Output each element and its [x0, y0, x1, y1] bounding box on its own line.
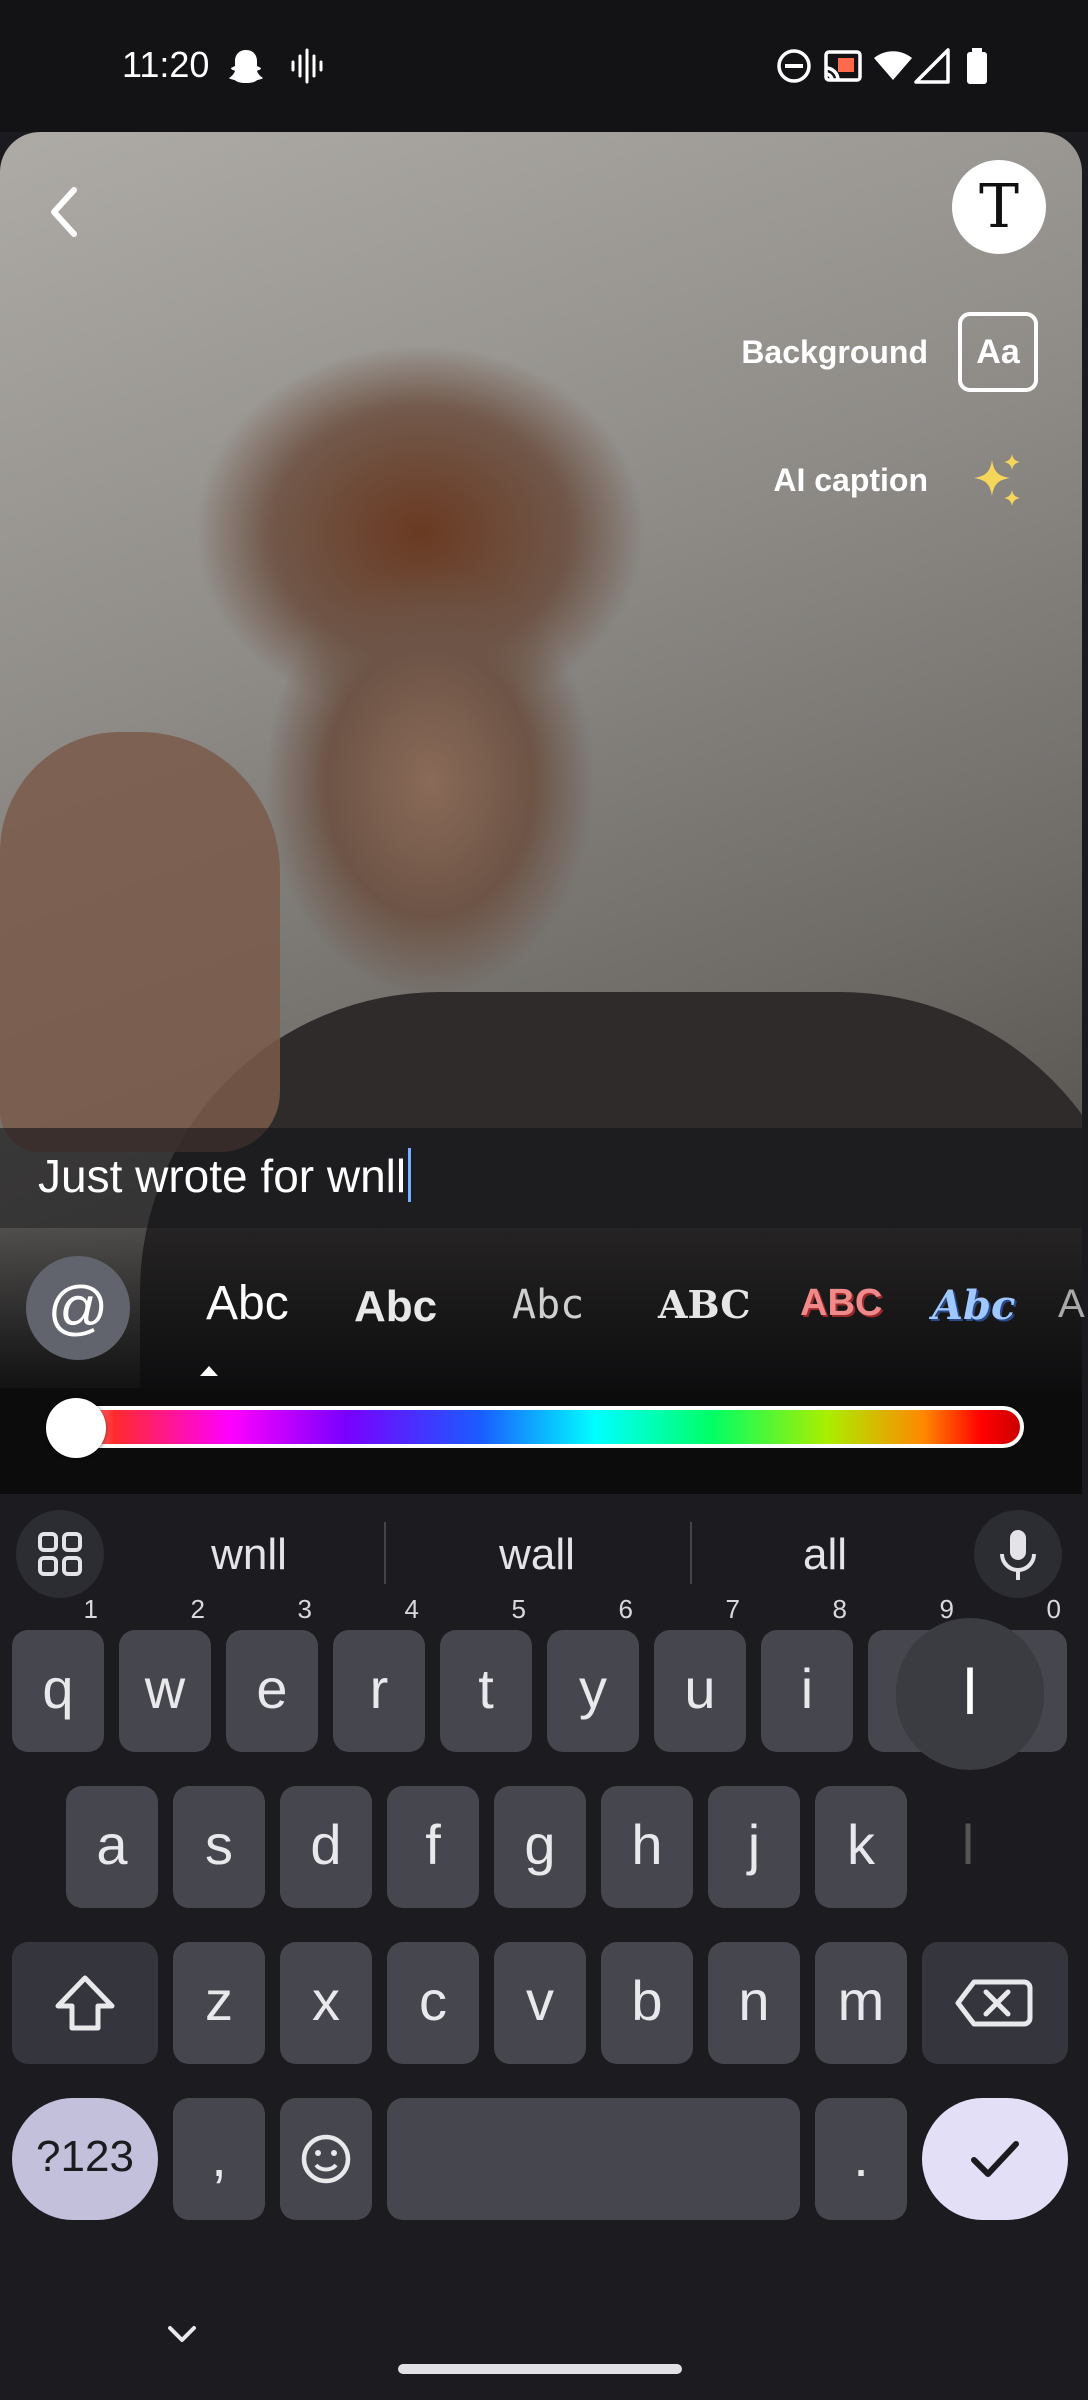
text-cursor — [408, 1148, 412, 1202]
font-option-caps[interactable]: ABC — [658, 1282, 751, 1327]
symbols-key[interactable]: ?123 — [12, 2098, 158, 2220]
comma-key[interactable]: , — [173, 2098, 265, 2220]
font-option-classic[interactable]: Abc — [206, 1276, 289, 1331]
ai-caption-label[interactable]: AI caption — [773, 462, 928, 499]
key-h[interactable]: h — [601, 1786, 693, 1908]
key-hint: 9 — [939, 1594, 954, 1624]
selected-font-indicator — [200, 1366, 218, 1376]
key-j[interactable]: j — [708, 1786, 800, 1908]
suggestion-divider — [384, 1522, 386, 1584]
key-u[interactable]: u7 — [654, 1596, 746, 1752]
key-s[interactable]: s — [173, 1786, 265, 1908]
status-bar: 11:20 — [0, 0, 1088, 132]
home-indicator[interactable] — [398, 2364, 682, 2374]
key-r[interactable]: r4 — [333, 1596, 425, 1752]
suggestion-1[interactable]: wnll — [124, 1530, 374, 1580]
suggestion-2[interactable]: wall — [412, 1530, 662, 1580]
battery-icon — [967, 48, 987, 84]
key-z[interactable]: z — [173, 1942, 265, 2064]
voice-wave-icon — [291, 48, 323, 84]
sparkle-icon[interactable] — [966, 452, 1026, 512]
key-x[interactable]: x — [280, 1942, 372, 2064]
at-icon: @ — [47, 1274, 109, 1341]
key-c[interactable]: c — [387, 1942, 479, 2064]
key-g[interactable]: g — [494, 1786, 586, 1908]
key-t[interactable]: t5 — [440, 1596, 532, 1752]
caption-input[interactable]: Just wrote for wnll — [38, 1148, 412, 1203]
status-time: 11:20 — [122, 44, 210, 85]
do-not-disturb-icon — [777, 49, 811, 83]
key-l[interactable]: l — [922, 1786, 1014, 1908]
hide-keyboard-chevron-icon[interactable] — [164, 2322, 200, 2346]
key-hint: 1 — [83, 1594, 98, 1624]
wifi-icon — [874, 51, 912, 80]
suggestion-divider — [690, 1522, 692, 1584]
key-a[interactable]: a — [66, 1786, 158, 1908]
cell-signal-icon — [914, 48, 950, 84]
backspace-icon — [955, 1979, 1033, 2027]
font-option-more[interactable]: A — [1058, 1282, 1085, 1327]
suggestion-3[interactable]: all — [700, 1530, 950, 1580]
key-q[interactable]: q1 — [12, 1596, 104, 1752]
done-key[interactable] — [922, 2098, 1068, 2220]
key-hint: 4 — [404, 1594, 419, 1624]
key-n[interactable]: n — [708, 1942, 800, 2064]
emoji-key[interactable] — [280, 2098, 372, 2220]
keyboard-apps-button[interactable] — [16, 1510, 104, 1598]
period-key[interactable]: . — [815, 2098, 907, 2220]
mention-button[interactable]: @ — [26, 1256, 130, 1360]
key-w[interactable]: w2 — [119, 1596, 211, 1752]
back-button[interactable] — [40, 180, 88, 244]
cast-icon — [824, 50, 862, 82]
key-hint: 5 — [511, 1594, 526, 1624]
key-i[interactable]: i8 — [761, 1596, 853, 1752]
key-y[interactable]: y6 — [547, 1596, 639, 1752]
snapchat-ghost-icon — [229, 50, 263, 83]
font-option-typewriter[interactable]: Abc — [512, 1282, 584, 1328]
key-hint: 2 — [190, 1594, 205, 1624]
key-popup-preview: l — [896, 1618, 1044, 1770]
space-key[interactable] — [387, 2098, 800, 2220]
caption-text: Just wrote for wnll — [38, 1150, 407, 1202]
grid-icon — [38, 1532, 82, 1576]
shift-key[interactable] — [12, 1942, 158, 2064]
key-hint: 0 — [1046, 1594, 1061, 1624]
key-hint: 8 — [832, 1594, 847, 1624]
key-hint: 3 — [297, 1594, 312, 1624]
backspace-key[interactable] — [922, 1942, 1068, 2064]
thumbs-up-hand — [0, 732, 280, 1152]
color-slider[interactable] — [52, 1406, 1024, 1448]
key-v[interactable]: v — [494, 1942, 586, 2064]
key-e[interactable]: e3 — [226, 1596, 318, 1752]
font-option-bold[interactable]: Abc — [354, 1282, 437, 1332]
key-m[interactable]: m — [815, 1942, 907, 2064]
checkmark-icon — [971, 2141, 1019, 2177]
text-tool-icon: T — [978, 172, 1020, 242]
background-button[interactable]: Aa — [958, 312, 1038, 392]
text-tool-button[interactable]: T — [952, 160, 1046, 254]
key-k[interactable]: k — [815, 1786, 907, 1908]
emoji-icon — [301, 2134, 351, 2184]
background-button-label: Aa — [976, 333, 1020, 371]
color-slider-thumb[interactable] — [46, 1398, 106, 1458]
key-hint: 6 — [618, 1594, 633, 1624]
voice-input-button[interactable] — [974, 1510, 1062, 1598]
key-b[interactable]: b — [601, 1942, 693, 2064]
key-f[interactable]: f — [387, 1786, 479, 1908]
font-option-blackletter[interactable]: Abc — [932, 1282, 1015, 1329]
font-option-outlined[interactable]: ABC — [800, 1282, 882, 1325]
shift-icon — [55, 1975, 115, 2031]
key-hint: 7 — [725, 1594, 740, 1624]
key-d[interactable]: d — [280, 1786, 372, 1908]
microphone-icon — [1000, 1530, 1036, 1580]
background-label[interactable]: Background — [741, 334, 928, 371]
